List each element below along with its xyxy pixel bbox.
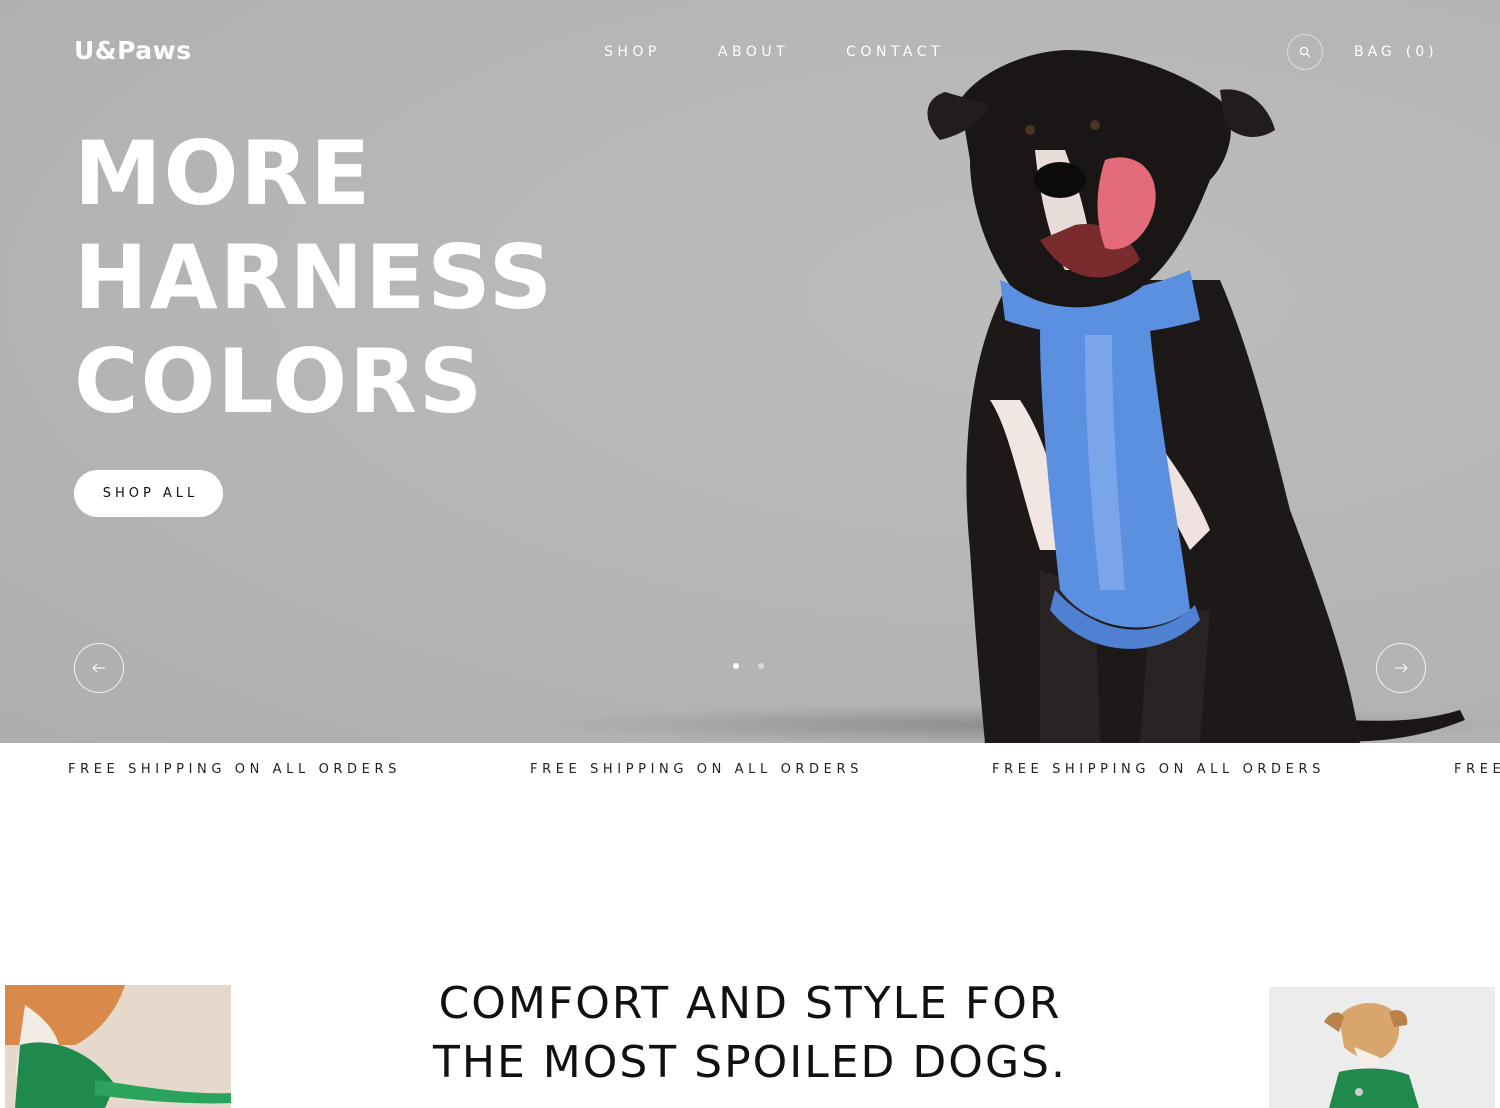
dog-in-harness-image — [927, 50, 1465, 743]
search-button[interactable] — [1287, 34, 1323, 70]
hero-title: MORE HARNESS COLORS — [74, 122, 554, 434]
search-icon — [1299, 46, 1311, 58]
nav-item-contact[interactable]: CONTACT — [846, 44, 944, 60]
brand-logo[interactable]: U&Paws — [74, 36, 192, 65]
carousel-dot-2[interactable] — [758, 663, 764, 669]
shop-all-button[interactable]: SHOP ALL — [74, 470, 223, 517]
carousel-dot-1[interactable] — [733, 663, 739, 669]
marquee-item: FREE SHIPPING ON ALL ORDERS — [992, 762, 1325, 777]
arrow-left-icon — [92, 663, 105, 673]
marquee-item: FREE SHIPPING ON ALL ORDERS — [530, 762, 863, 777]
dog-green-harness-image — [1269, 987, 1495, 1108]
carousel-prev-button[interactable] — [74, 643, 124, 693]
shipping-marquee: FREE SHIPPING ON ALL ORDERS FREE SHIPPIN… — [0, 743, 1500, 795]
bag-label: BAG — [1354, 44, 1396, 60]
hero-title-line: COLORS — [74, 330, 485, 433]
bag-count: (0) — [1405, 44, 1438, 60]
nav-item-shop[interactable]: SHOP — [604, 44, 661, 60]
marquee-item: FREE SHIPPING ON ALL ORDERS — [68, 762, 401, 777]
hero-title-line: MORE — [74, 122, 373, 225]
hero-banner: U&Paws SHOP ABOUT CONTACT BAG (0) MORE H… — [0, 0, 1500, 743]
bag-link[interactable]: BAG (0) — [1354, 44, 1438, 60]
marquee-item: FREE SHIPPING ON ALL ORDERS — [1454, 762, 1500, 777]
product-thumbnail-right[interactable] — [1269, 987, 1495, 1108]
carousel-dots — [733, 663, 764, 669]
main-nav: SHOP ABOUT CONTACT — [604, 44, 944, 60]
nav-item-about[interactable]: ABOUT — [718, 44, 789, 60]
hero-title-line: HARNESS — [74, 226, 555, 329]
arrow-right-icon — [1395, 663, 1408, 673]
carousel-next-button[interactable] — [1376, 643, 1426, 693]
